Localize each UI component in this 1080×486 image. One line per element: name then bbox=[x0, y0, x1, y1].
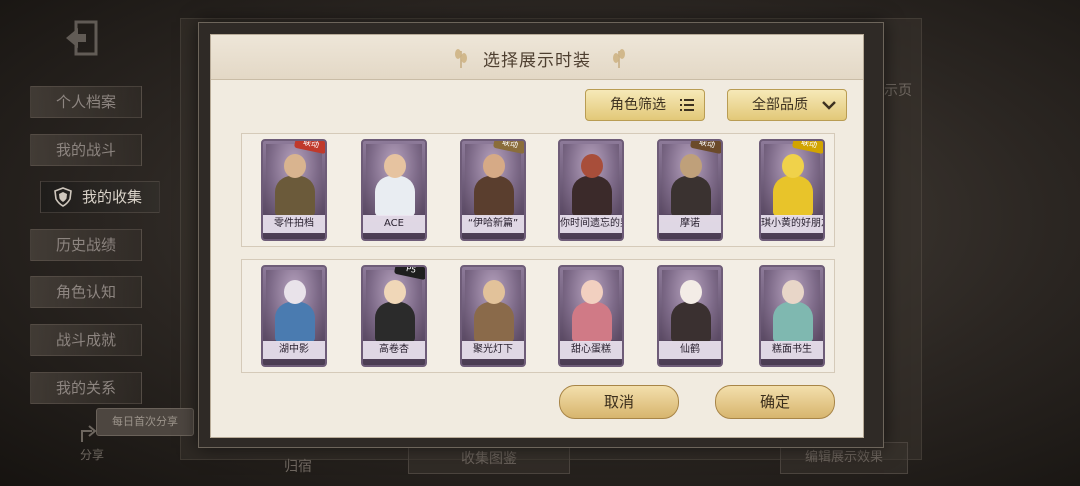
costume-figure-head bbox=[680, 280, 702, 304]
costume-figure-head bbox=[782, 280, 804, 304]
costume-figure-head bbox=[384, 154, 406, 178]
costume-card[interactable]: 琪小黄的好朋友联动 bbox=[759, 139, 825, 241]
costume-row-2 bbox=[241, 259, 835, 373]
share-label: 分享 bbox=[79, 448, 104, 462]
costume-card[interactable]: 零件拍档 联动 bbox=[261, 139, 327, 241]
costume-card[interactable]: 糕面书生 bbox=[759, 265, 825, 367]
shield-icon bbox=[54, 187, 72, 208]
costume-portrait bbox=[366, 270, 422, 342]
costume-card[interactable]: 甜心蛋糕 bbox=[558, 265, 624, 367]
costume-figure-body bbox=[474, 176, 514, 216]
costume-portrait bbox=[662, 270, 718, 342]
costume-portrait bbox=[662, 144, 718, 216]
costume-name: 你时间遗忘的男孩 bbox=[560, 215, 622, 233]
role-filter-label: 角色筛选 bbox=[610, 97, 666, 113]
side-item-cognition[interactable]: 角色认知 bbox=[30, 276, 142, 309]
costume-figure-head bbox=[284, 154, 306, 178]
costume-figure-head bbox=[680, 154, 702, 178]
dialog-title: 选择展示时装 bbox=[483, 51, 591, 71]
costume-figure-body bbox=[572, 302, 612, 342]
background-bottom-left-text: 归宿 bbox=[284, 459, 312, 475]
costume-figure-body bbox=[773, 302, 813, 342]
costume-portrait bbox=[366, 144, 422, 216]
costume-row-1 bbox=[241, 133, 835, 247]
costume-card[interactable]: 湖中影 bbox=[261, 265, 327, 367]
costume-name: 湖中影 bbox=[263, 341, 325, 359]
costume-figure-head bbox=[581, 154, 603, 178]
costume-name: “伊哈新篇” bbox=[462, 215, 524, 233]
costume-figure-body bbox=[375, 176, 415, 216]
costume-portrait bbox=[465, 144, 521, 216]
quality-filter-label: 全部品质 bbox=[752, 97, 808, 113]
costume-figure-head bbox=[782, 154, 804, 178]
costume-portrait bbox=[465, 270, 521, 342]
costume-portrait bbox=[764, 270, 820, 342]
costume-name: 高卷杏 bbox=[363, 341, 425, 359]
wheat-ornament-icon bbox=[613, 49, 625, 68]
costume-portrait bbox=[266, 270, 322, 342]
costume-figure-body bbox=[671, 302, 711, 342]
dialog-title-bar: 选择展示时装 bbox=[211, 35, 863, 80]
costume-name: 摩诺 bbox=[659, 215, 721, 233]
share-icon bbox=[81, 425, 97, 442]
costume-card[interactable]: ACE bbox=[361, 139, 427, 241]
share-button[interactable]: 分享 bbox=[70, 422, 114, 472]
costume-figure-body bbox=[275, 302, 315, 342]
costume-card[interactable]: 高卷杏 P5 bbox=[361, 265, 427, 367]
costume-name: 仙鹤 bbox=[659, 341, 721, 359]
costume-card[interactable]: 你时间遗忘的男孩 bbox=[558, 139, 624, 241]
list-icon bbox=[680, 99, 694, 111]
costume-portrait bbox=[764, 144, 820, 216]
costume-portrait bbox=[266, 144, 322, 216]
costume-portrait bbox=[563, 144, 619, 216]
quality-filter-dropdown[interactable]: 全部品质 bbox=[727, 89, 847, 121]
confirm-button[interactable]: 确定 bbox=[715, 385, 835, 419]
costume-figure-head bbox=[581, 280, 603, 304]
side-item-profile[interactable]: 个人档案 bbox=[30, 86, 142, 118]
costume-select-dialog: 选择展示时装 角色筛选 全部品质 零件拍档 联动 ACE “伊哈新篇” 联动你时间遗忘的… bbox=[198, 22, 884, 448]
costume-card[interactable]: 聚光灯下 bbox=[460, 265, 526, 367]
costume-name: 聚光灯下 bbox=[462, 341, 524, 359]
costume-name: 糕面书生 bbox=[761, 341, 823, 359]
costume-figure-body bbox=[572, 176, 612, 216]
costume-figure-head bbox=[483, 280, 505, 304]
side-item-battle[interactable]: 我的战斗 bbox=[30, 133, 142, 166]
costume-name: 琪小黄的好朋友 bbox=[761, 215, 823, 233]
background-right-text: 示页 bbox=[884, 83, 912, 99]
collection-catalog-button[interactable]: 收集图鉴 bbox=[408, 444, 570, 474]
side-item-achievements[interactable]: 战斗成就 bbox=[30, 323, 142, 356]
costume-portrait bbox=[563, 270, 619, 342]
role-filter-button[interactable]: 角色筛选 bbox=[585, 89, 705, 121]
costume-figure-head bbox=[384, 280, 406, 304]
side-item-relations[interactable]: 我的关系 bbox=[30, 371, 142, 404]
side-item-history[interactable]: 历史战绩 bbox=[30, 228, 142, 261]
side-item-collection[interactable]: 我的收集 bbox=[40, 181, 160, 214]
costume-figure-head bbox=[284, 280, 306, 304]
exit-icon[interactable] bbox=[62, 18, 102, 58]
costume-figure-head bbox=[483, 154, 505, 178]
costume-card[interactable]: 摩诺 联动 bbox=[657, 139, 723, 241]
costume-figure-body bbox=[773, 176, 813, 216]
costume-figure-body bbox=[474, 302, 514, 342]
costume-card[interactable]: 仙鹤 bbox=[657, 265, 723, 367]
costume-name: ACE bbox=[363, 215, 425, 233]
side-menu: 个人档案 我的战斗 我的收集 历史战绩 角色认知 战斗成就 我的关系 bbox=[30, 86, 160, 419]
costume-figure-body bbox=[671, 176, 711, 216]
costume-name: 零件拍档 bbox=[263, 215, 325, 233]
cancel-button[interactable]: 取消 bbox=[559, 385, 679, 419]
costume-figure-body bbox=[275, 176, 315, 216]
costume-figure-body bbox=[375, 302, 415, 342]
costume-card[interactable]: “伊哈新篇” 联动 bbox=[460, 139, 526, 241]
dialog-paper: 选择展示时装 角色筛选 全部品质 零件拍档 联动 ACE “伊哈新篇” 联动你时间遗忘的… bbox=[210, 34, 864, 438]
costume-name: 甜心蛋糕 bbox=[560, 341, 622, 359]
chevron-down-icon bbox=[822, 101, 836, 110]
